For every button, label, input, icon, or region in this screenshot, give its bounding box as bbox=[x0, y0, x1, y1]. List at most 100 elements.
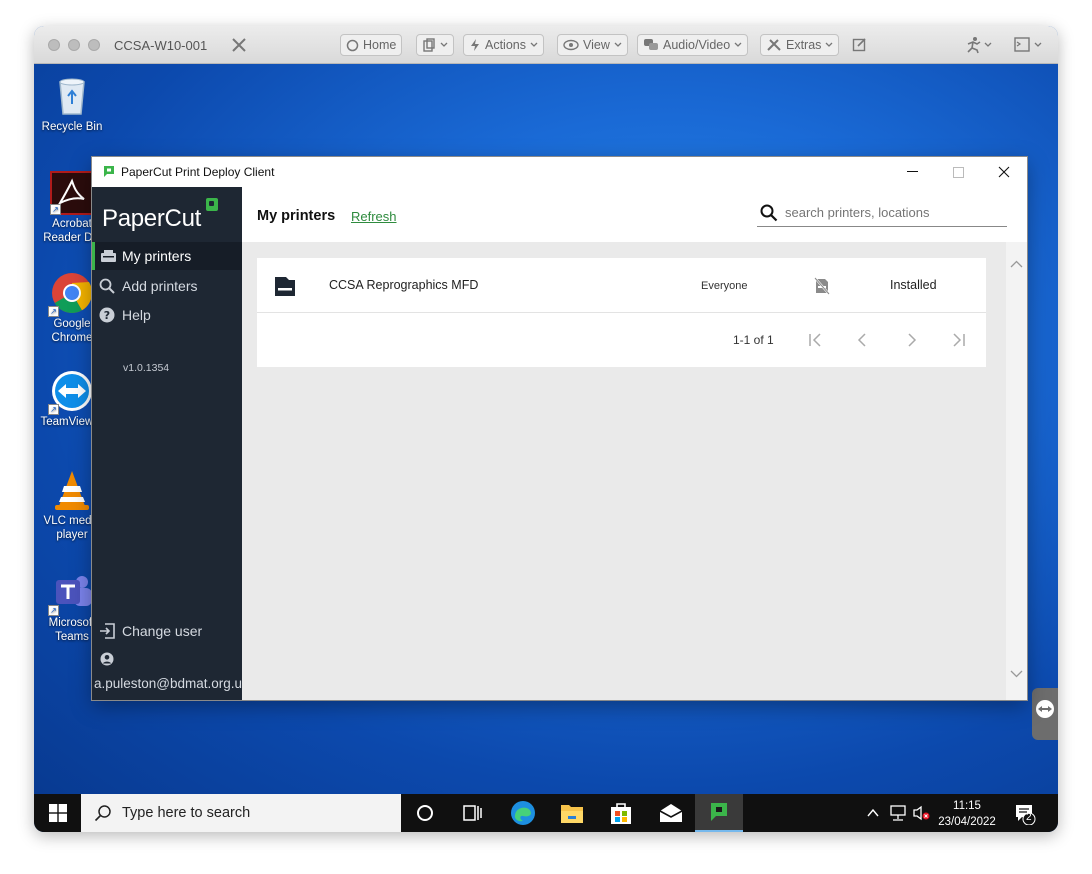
refresh-link[interactable]: Refresh bbox=[351, 209, 397, 224]
printer-icon bbox=[95, 250, 122, 262]
user-email: a.puleston@bdmat.org.uk bbox=[94, 676, 249, 691]
windows-icon bbox=[49, 804, 67, 822]
desktop-icon-recycle-bin[interactable]: Recycle Bin bbox=[38, 74, 106, 134]
edit-icon[interactable] bbox=[852, 37, 867, 57]
pagination: 1-1 of 1 bbox=[257, 313, 986, 367]
network-icon[interactable] bbox=[889, 805, 907, 826]
extras-button[interactable]: Extras bbox=[760, 34, 840, 56]
remote-desktop: Recycle Bin ↗ Acrobat Reader DC ↗ Google… bbox=[34, 64, 1058, 794]
lightning-icon bbox=[471, 39, 479, 51]
printer-device-icon bbox=[273, 274, 297, 301]
desktop-icon-label: Google Chrome bbox=[51, 318, 93, 344]
desktop-icon-label: Microsoft Teams bbox=[48, 617, 96, 643]
taskbar-store[interactable] bbox=[597, 794, 645, 832]
next-page-button[interactable] bbox=[899, 329, 923, 351]
content-body: CCSA Reprographics MFD Everyone Installe… bbox=[242, 242, 1027, 700]
search-icon bbox=[94, 805, 111, 822]
maximize-button[interactable] bbox=[935, 157, 981, 187]
search-icon bbox=[92, 278, 122, 294]
cortana-button[interactable] bbox=[401, 794, 449, 832]
folder-icon bbox=[561, 805, 583, 823]
first-page-icon bbox=[809, 333, 821, 347]
eye-icon bbox=[563, 39, 579, 51]
sidebar-item-my-printers[interactable]: My printers bbox=[92, 242, 242, 270]
store-bag-icon bbox=[611, 803, 631, 824]
minimize-button[interactable] bbox=[889, 157, 935, 187]
scroll-up-icon[interactable] bbox=[1006, 256, 1027, 272]
chrome-icon: ↗ bbox=[48, 271, 94, 317]
recycle-bin-icon bbox=[50, 74, 94, 118]
extras-label: Extras bbox=[786, 38, 822, 52]
chevron-down-icon bbox=[440, 42, 448, 47]
sidebar-item-label: My printers bbox=[122, 248, 192, 264]
chevron-down-icon bbox=[530, 42, 538, 47]
taskbar-papercut[interactable] bbox=[695, 794, 743, 832]
refresh-circle-icon bbox=[346, 39, 359, 51]
start-button[interactable] bbox=[34, 794, 82, 832]
brand-flag-icon bbox=[206, 198, 218, 211]
close-button[interactable] bbox=[981, 157, 1027, 187]
last-page-button[interactable] bbox=[947, 329, 971, 351]
running-man-icon[interactable] bbox=[964, 36, 992, 59]
actions-label: Actions bbox=[485, 38, 526, 52]
last-page-icon bbox=[953, 333, 965, 347]
system-clock[interactable]: 11:15 23/04/2022 bbox=[932, 798, 1002, 830]
vertical-scrollbar[interactable] bbox=[1006, 242, 1027, 700]
close-window-dot[interactable] bbox=[48, 39, 60, 51]
svg-text:?: ? bbox=[104, 309, 110, 322]
clock-time: 11:15 bbox=[953, 800, 981, 812]
taskbar-search[interactable]: Type here to search bbox=[81, 794, 401, 832]
search-input[interactable] bbox=[785, 205, 1000, 220]
chevron-down-icon bbox=[734, 42, 742, 47]
volume-muted-icon[interactable] bbox=[912, 805, 930, 826]
sign-in-icon bbox=[92, 622, 122, 640]
clipboard-button[interactable] bbox=[416, 34, 454, 56]
maximize-window-dot[interactable] bbox=[88, 39, 100, 51]
search-icon bbox=[760, 204, 778, 227]
taskbar-edge[interactable] bbox=[499, 794, 547, 832]
change-user-button[interactable]: Change user bbox=[92, 617, 242, 645]
taskbar: Type here to search 11:15 23/04/2022 2 bbox=[34, 794, 1058, 832]
content-header: My printers Refresh bbox=[242, 187, 1027, 242]
cortana-circle-icon bbox=[417, 805, 433, 821]
teamviewer-side-tab[interactable] bbox=[1032, 688, 1058, 740]
papercut-app-window: PaperCut Print Deploy Client PaperCut My… bbox=[92, 157, 1027, 700]
minimize-window-dot[interactable] bbox=[68, 39, 80, 51]
audio-video-label: Audio/Video bbox=[663, 38, 731, 52]
first-page-button[interactable] bbox=[803, 329, 827, 351]
show-hidden-icons-chevron[interactable] bbox=[866, 806, 880, 824]
chevron-down-icon bbox=[614, 42, 622, 47]
sidebar-item-help[interactable]: ? Help bbox=[92, 301, 242, 329]
task-view-button[interactable] bbox=[449, 794, 497, 832]
notification-count: 2 bbox=[1026, 812, 1032, 823]
table-row[interactable]: CCSA Reprographics MFD Everyone Installe… bbox=[257, 258, 986, 313]
page-title: My printers bbox=[257, 208, 336, 224]
disconnect-icon[interactable] bbox=[230, 36, 248, 59]
actions-button[interactable]: Actions bbox=[463, 34, 544, 56]
task-view-icon bbox=[463, 805, 482, 821]
edge-icon bbox=[511, 801, 535, 825]
acrobat-icon: ↗ bbox=[50, 171, 94, 215]
chevron-right-icon bbox=[908, 333, 917, 347]
sidebar-item-add-printers[interactable]: Add printers bbox=[92, 272, 242, 300]
tools-icon bbox=[767, 39, 781, 51]
view-button[interactable]: View bbox=[557, 34, 628, 56]
remote-session-window: CCSA-W10-001 Home Actions View Audio/Vid… bbox=[34, 26, 1058, 832]
change-user-label: Change user bbox=[122, 623, 203, 639]
sidebar: PaperCut My printers Add printers ? Help… bbox=[92, 187, 249, 700]
papercut-logo-icon bbox=[103, 165, 115, 183]
previous-page-button[interactable] bbox=[851, 329, 875, 351]
chevron-left-icon bbox=[857, 333, 866, 347]
taskbar-mail[interactable] bbox=[647, 794, 695, 832]
version-label: v1.0.1354 bbox=[123, 362, 170, 374]
home-button[interactable]: Home bbox=[340, 34, 403, 56]
printer-list-card: CCSA Reprographics MFD Everyone Installe… bbox=[257, 258, 986, 367]
user-avatar-icon bbox=[100, 652, 114, 671]
no-default-printer-icon[interactable] bbox=[813, 277, 831, 298]
notification-center-icon[interactable]: 2 bbox=[1014, 803, 1036, 830]
shortcut-arrow-icon: ↗ bbox=[48, 605, 59, 616]
scroll-down-icon[interactable] bbox=[1006, 666, 1027, 682]
taskbar-file-explorer[interactable] bbox=[548, 794, 596, 832]
screen-options-icon[interactable] bbox=[1014, 36, 1046, 59]
audio-video-button[interactable]: Audio/Video bbox=[637, 34, 749, 56]
